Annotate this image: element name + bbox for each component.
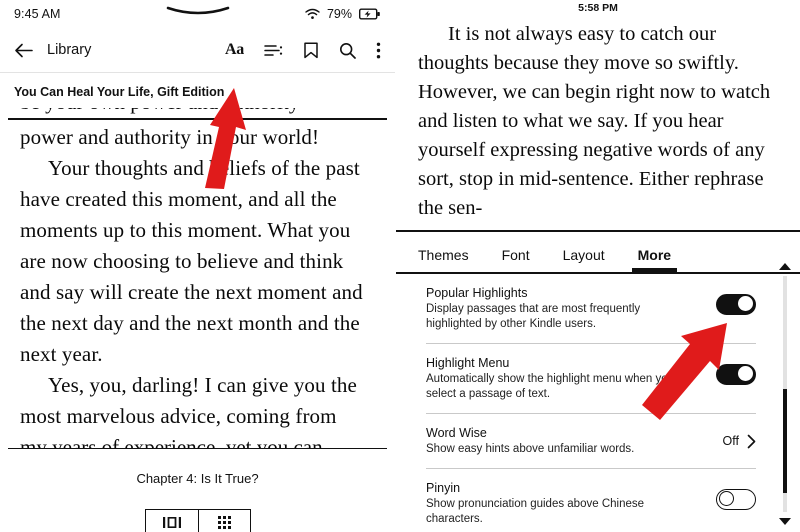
setting-description: Show pronunciation guides above Chinese … bbox=[426, 497, 645, 525]
setting-description: Show easy hints above unfamiliar words. bbox=[426, 442, 635, 455]
tab-layout[interactable]: Layout bbox=[563, 247, 605, 272]
book-paragraph: Your thoughts and beliefs of the past ha… bbox=[20, 155, 363, 366]
toggle-knob bbox=[738, 295, 754, 311]
wifi-icon bbox=[305, 8, 320, 19]
settings-scrollbar[interactable] bbox=[778, 263, 792, 525]
screenshot-root: 9:45 AM 79% Library Aa You Can Heal Your… bbox=[0, 0, 800, 532]
kindle-reader-screen: 9:45 AM 79% Library Aa You Can Heal Your… bbox=[0, 0, 395, 532]
tab-font[interactable]: Font bbox=[502, 247, 530, 272]
popular-highlights-toggle[interactable] bbox=[716, 293, 756, 315]
arrow-left-icon bbox=[15, 43, 33, 57]
search-icon bbox=[339, 42, 356, 59]
highlight-menu-toggle[interactable] bbox=[716, 363, 756, 385]
setting-row-pinyin[interactable]: Pinyin Show pronunciation guides above C… bbox=[396, 469, 800, 532]
book-title: You Can Heal Your Life, Gift Edition bbox=[14, 85, 225, 99]
setting-title: Highlight Menu bbox=[426, 355, 510, 370]
setting-title: Word Wise bbox=[426, 425, 487, 440]
setting-row-highlight-menu[interactable]: Highlight Menu Automatically show the hi… bbox=[396, 344, 800, 413]
setting-description: Display passages that are most frequentl… bbox=[426, 302, 641, 330]
word-wise-value: Off bbox=[722, 434, 739, 448]
status-time: 5:58 PM bbox=[578, 2, 618, 14]
settings-tabbar: Themes Font Layout More bbox=[396, 232, 800, 272]
font-settings-button[interactable]: Aa bbox=[225, 41, 244, 59]
setting-control: Off bbox=[700, 426, 756, 449]
clipped-next-line: my years of experience, yet you can bbox=[20, 434, 323, 448]
status-time: 9:45 AM bbox=[14, 7, 61, 21]
chapter-label: Chapter 4: Is It True? bbox=[136, 471, 259, 486]
table-of-contents-icon bbox=[264, 44, 283, 56]
book-paragraph: power and authority in your world! bbox=[20, 124, 320, 149]
scrollbar-track[interactable] bbox=[783, 276, 787, 512]
setting-text: Word Wise Show easy hints above unfamili… bbox=[426, 426, 700, 457]
scrollbar-thumb[interactable] bbox=[783, 389, 787, 494]
book-paragraph: It is not always easy to catch our thoug… bbox=[418, 23, 771, 219]
status-bar: 5:58 PM bbox=[396, 0, 800, 16]
page-view-button[interactable] bbox=[145, 510, 198, 532]
page-bottom-rule bbox=[8, 447, 387, 449]
book-text: power and authority in your world! Your … bbox=[0, 120, 395, 432]
back-button[interactable]: Library bbox=[14, 42, 91, 58]
page-view-icon bbox=[162, 516, 181, 528]
library-label: Library bbox=[47, 42, 92, 58]
reader-toolbar: Library Aa bbox=[0, 28, 395, 72]
battery-charging-icon bbox=[359, 8, 380, 20]
overflow-menu-button[interactable] bbox=[376, 42, 381, 59]
search-button[interactable] bbox=[339, 42, 356, 59]
setting-title: Pinyin bbox=[426, 480, 461, 495]
scroll-down-arrow-icon[interactable] bbox=[779, 518, 791, 525]
overflow-menu-icon bbox=[376, 42, 381, 58]
pinyin-toggle[interactable] bbox=[716, 488, 756, 510]
view-mode-toggle bbox=[0, 509, 395, 532]
bookmark-button[interactable] bbox=[303, 41, 319, 59]
clipped-previous-line: be your own power and authority bbox=[0, 108, 395, 118]
setting-text: Highlight Menu Automatically show the hi… bbox=[426, 356, 700, 402]
camera-notch bbox=[166, 6, 229, 15]
chevron-right-icon bbox=[747, 434, 756, 448]
setting-control bbox=[700, 286, 756, 315]
setting-title: Popular Highlights bbox=[426, 285, 528, 300]
setting-row-word-wise[interactable]: Word Wise Show easy hints above unfamili… bbox=[396, 414, 800, 468]
setting-row-popular-highlights[interactable]: Popular Highlights Display passages that… bbox=[396, 274, 800, 343]
word-wise-value-control[interactable]: Off bbox=[723, 434, 756, 449]
grid-view-button[interactable] bbox=[197, 510, 250, 532]
toggle-knob bbox=[718, 490, 734, 506]
setting-control bbox=[700, 356, 756, 385]
kindle-settings-screen: 5:58 PM It is not always easy to catch o… bbox=[395, 0, 800, 532]
book-paragraph: Yes, you, darling! I can give you the mo… bbox=[20, 372, 357, 428]
setting-control bbox=[700, 481, 756, 510]
setting-text: Popular Highlights Display passages that… bbox=[426, 286, 700, 332]
aa-icon: Aa bbox=[225, 41, 244, 58]
grid-view-icon bbox=[217, 515, 231, 529]
settings-list: Popular Highlights Display passages that… bbox=[396, 274, 800, 532]
tab-themes[interactable]: Themes bbox=[418, 247, 469, 272]
setting-text: Pinyin Show pronunciation guides above C… bbox=[426, 481, 700, 527]
scroll-up-arrow-icon[interactable] bbox=[779, 263, 791, 270]
table-of-contents-button[interactable] bbox=[264, 43, 283, 58]
toolbar-actions: Aa bbox=[225, 41, 381, 59]
status-indicators: 79% bbox=[305, 7, 381, 21]
bookmark-icon bbox=[304, 41, 318, 58]
toggle-knob bbox=[738, 365, 754, 381]
book-text: It is not always easy to catch our thoug… bbox=[396, 16, 800, 223]
setting-description: Automatically show the highlight menu wh… bbox=[426, 372, 675, 400]
tab-more[interactable]: More bbox=[631, 247, 678, 272]
status-bar: 9:45 AM 79% bbox=[0, 0, 395, 28]
battery-percent: 79% bbox=[326, 7, 352, 21]
